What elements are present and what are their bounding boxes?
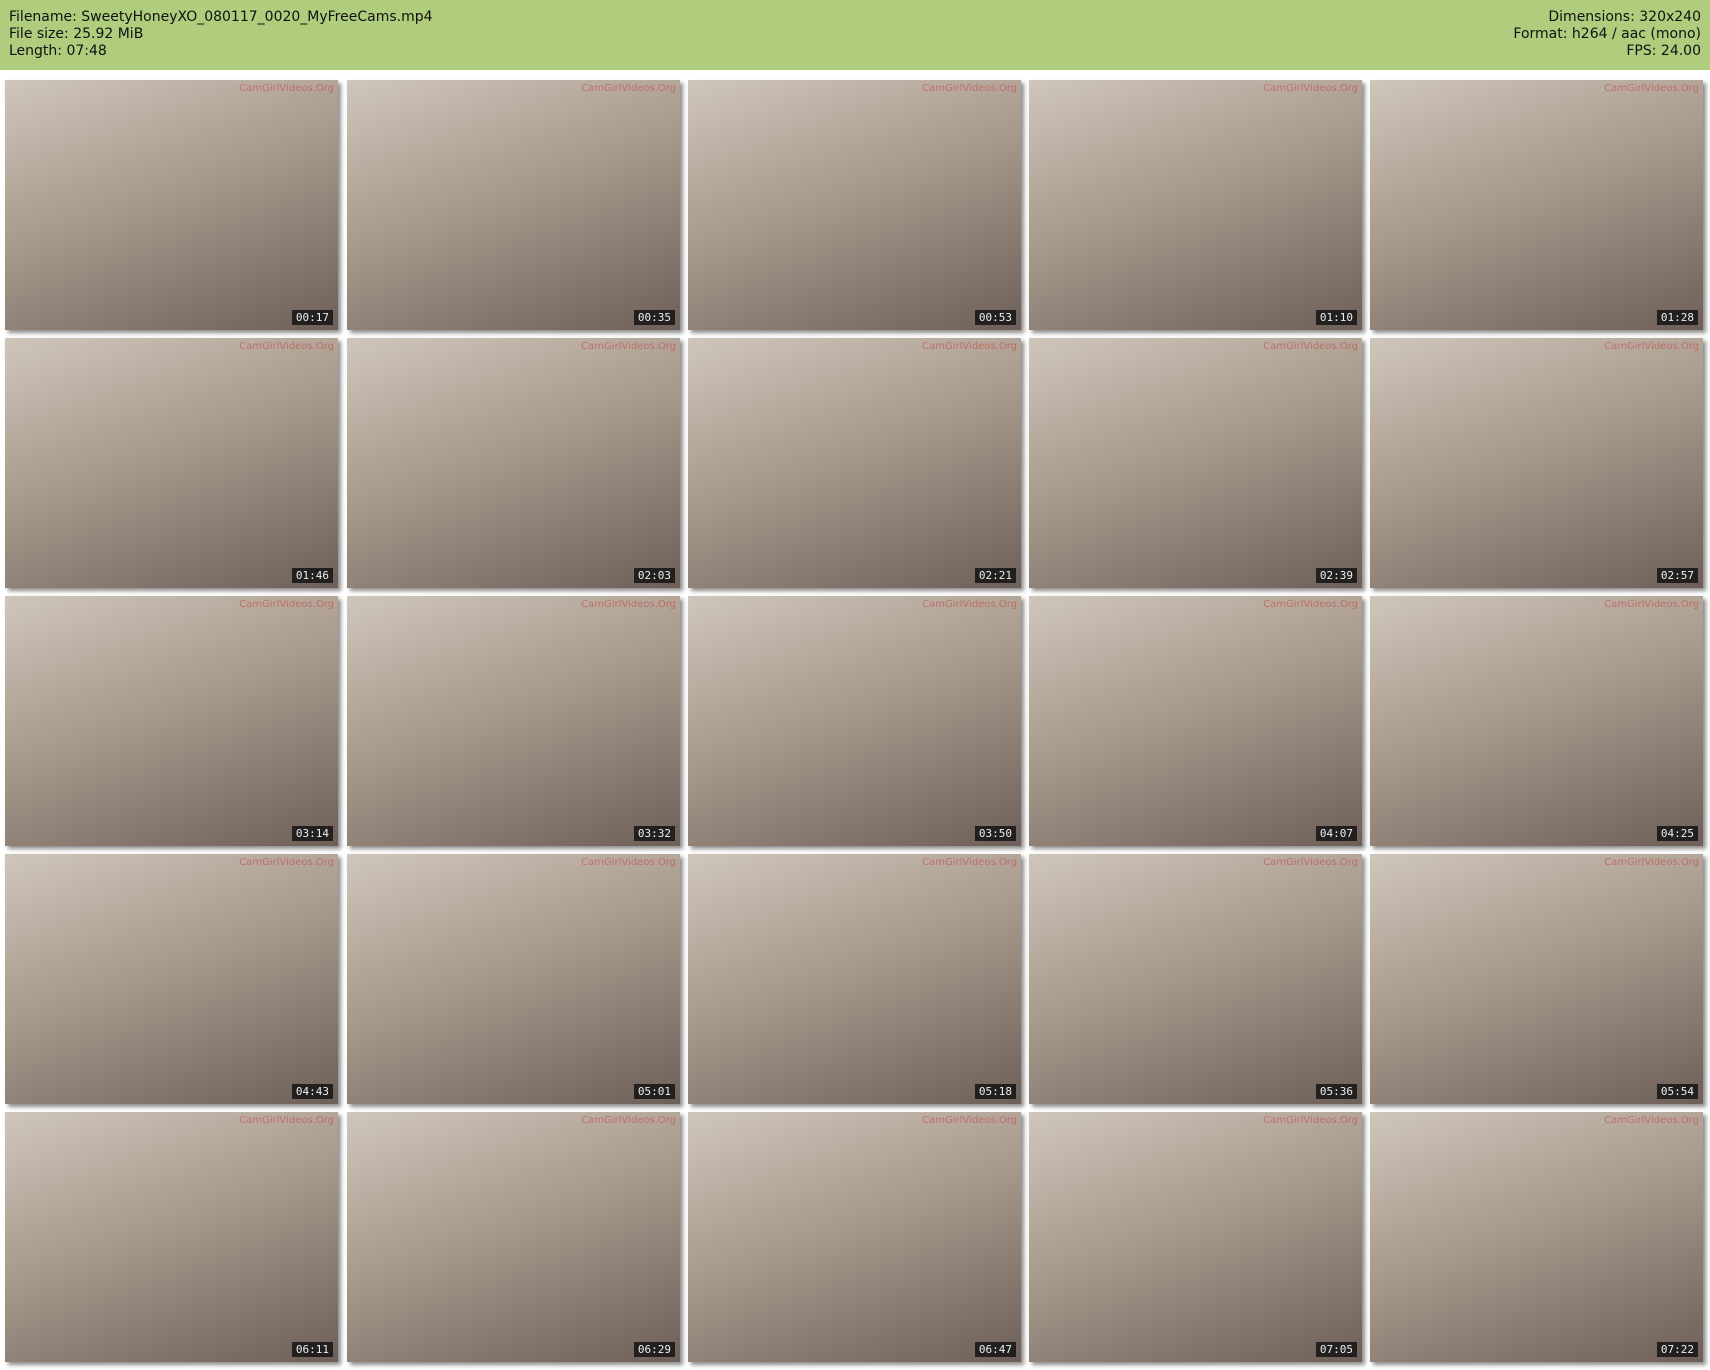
video-thumbnail[interactable]: CamGirlVideos.Org 02:39	[1029, 338, 1362, 588]
thumbnail-timestamp: 00:17	[291, 310, 333, 325]
video-thumbnail[interactable]: CamGirlVideos.Org 05:01	[347, 854, 680, 1104]
watermark: CamGirlVideos.Org	[1604, 83, 1699, 94]
thumbnail-timestamp: 03:32	[633, 826, 675, 841]
watermark: CamGirlVideos.Org	[239, 341, 334, 352]
watermark: CamGirlVideos.Org	[581, 83, 676, 94]
video-thumbnail[interactable]: CamGirlVideos.Org 06:47	[688, 1112, 1021, 1362]
video-thumbnail[interactable]: CamGirlVideos.Org 00:35	[347, 80, 680, 330]
thumbnail-timestamp: 06:29	[633, 1342, 675, 1357]
thumbnail-timestamp: 05:54	[1656, 1084, 1698, 1099]
video-thumbnail[interactable]: CamGirlVideos.Org 07:05	[1029, 1112, 1362, 1362]
thumbnail-timestamp: 03:14	[291, 826, 333, 841]
thumbnail-timestamp: 05:36	[1315, 1084, 1357, 1099]
video-thumbnail[interactable]: CamGirlVideos.Org 04:25	[1370, 596, 1703, 846]
video-thumbnail[interactable]: CamGirlVideos.Org 04:43	[5, 854, 338, 1104]
video-thumbnail[interactable]: CamGirlVideos.Org 07:22	[1370, 1112, 1703, 1362]
file-info-header: Filename: SweetyHoneyXO_080117_0020_MyFr…	[0, 0, 1710, 70]
fps: FPS: 24.00	[1626, 43, 1701, 59]
file-size: File size: 25.92 MiB	[9, 26, 144, 42]
video-thumbnail[interactable]: CamGirlVideos.Org 05:54	[1370, 854, 1703, 1104]
watermark: CamGirlVideos.Org	[922, 341, 1017, 352]
filename: Filename: SweetyHoneyXO_080117_0020_MyFr…	[9, 9, 433, 25]
watermark: CamGirlVideos.Org	[239, 83, 334, 94]
video-thumbnail[interactable]: CamGirlVideos.Org 01:28	[1370, 80, 1703, 330]
thumbnail-timestamp: 03:50	[974, 826, 1016, 841]
watermark: CamGirlVideos.Org	[581, 1115, 676, 1126]
video-thumbnail[interactable]: CamGirlVideos.Org 05:36	[1029, 854, 1362, 1104]
dimensions: Dimensions: 320x240	[1548, 9, 1701, 25]
video-thumbnail[interactable]: CamGirlVideos.Org 05:18	[688, 854, 1021, 1104]
video-thumbnail[interactable]: CamGirlVideos.Org 01:10	[1029, 80, 1362, 330]
thumbnail-timestamp: 02:03	[633, 568, 675, 583]
thumbnail-timestamp: 02:39	[1315, 568, 1357, 583]
thumbnail-timestamp: 05:01	[633, 1084, 675, 1099]
thumbnail-timestamp: 07:05	[1315, 1342, 1357, 1357]
thumbnail-timestamp: 00:35	[633, 310, 675, 325]
video-thumbnail[interactable]: CamGirlVideos.Org 03:32	[347, 596, 680, 846]
watermark: CamGirlVideos.Org	[922, 857, 1017, 868]
watermark: CamGirlVideos.Org	[1604, 857, 1699, 868]
format: Format: h264 / aac (mono)	[1513, 26, 1701, 42]
watermark: CamGirlVideos.Org	[239, 599, 334, 610]
video-thumbnail[interactable]: CamGirlVideos.Org 06:29	[347, 1112, 680, 1362]
file-info-right: Dimensions: 320x240 Format: h264 / aac (…	[1513, 9, 1701, 60]
thumbnail-timestamp: 07:22	[1656, 1342, 1698, 1357]
watermark: CamGirlVideos.Org	[1263, 341, 1358, 352]
file-info-left: Filename: SweetyHoneyXO_080117_0020_MyFr…	[9, 9, 433, 60]
watermark: CamGirlVideos.Org	[1263, 857, 1358, 868]
video-thumbnail[interactable]: CamGirlVideos.Org 06:11	[5, 1112, 338, 1362]
video-thumbnail[interactable]: CamGirlVideos.Org 04:07	[1029, 596, 1362, 846]
video-thumbnail[interactable]: CamGirlVideos.Org 01:46	[5, 338, 338, 588]
video-length: Length: 07:48	[9, 43, 107, 59]
video-thumbnail[interactable]: CamGirlVideos.Org 00:17	[5, 80, 338, 330]
watermark: CamGirlVideos.Org	[1604, 599, 1699, 610]
thumbnail-timestamp: 02:21	[974, 568, 1016, 583]
watermark: CamGirlVideos.Org	[239, 857, 334, 868]
watermark: CamGirlVideos.Org	[581, 341, 676, 352]
video-thumbnail[interactable]: CamGirlVideos.Org 02:57	[1370, 338, 1703, 588]
thumbnail-timestamp: 04:25	[1656, 826, 1698, 841]
watermark: CamGirlVideos.Org	[1263, 83, 1358, 94]
video-thumbnail[interactable]: CamGirlVideos.Org 02:21	[688, 338, 1021, 588]
video-thumbnail[interactable]: CamGirlVideos.Org 03:50	[688, 596, 1021, 846]
watermark: CamGirlVideos.Org	[581, 599, 676, 610]
thumbnail-timestamp: 06:47	[974, 1342, 1016, 1357]
thumbnail-timestamp: 04:43	[291, 1084, 333, 1099]
watermark: CamGirlVideos.Org	[1604, 1115, 1699, 1126]
thumbnail-timestamp: 01:10	[1315, 310, 1357, 325]
video-thumbnail[interactable]: CamGirlVideos.Org 02:03	[347, 338, 680, 588]
thumbnail-timestamp: 05:18	[974, 1084, 1016, 1099]
watermark: CamGirlVideos.Org	[922, 1115, 1017, 1126]
video-thumbnail[interactable]: CamGirlVideos.Org 00:53	[688, 80, 1021, 330]
watermark: CamGirlVideos.Org	[1263, 599, 1358, 610]
thumbnail-timestamp: 02:57	[1656, 568, 1698, 583]
thumbnail-timestamp: 01:46	[291, 568, 333, 583]
thumbnail-timestamp: 01:28	[1656, 310, 1698, 325]
thumbnail-timestamp: 00:53	[974, 310, 1016, 325]
watermark: CamGirlVideos.Org	[581, 857, 676, 868]
thumbnail-timestamp: 06:11	[291, 1342, 333, 1357]
watermark: CamGirlVideos.Org	[1263, 1115, 1358, 1126]
watermark: CamGirlVideos.Org	[922, 83, 1017, 94]
watermark: CamGirlVideos.Org	[1604, 341, 1699, 352]
video-thumbnail[interactable]: CamGirlVideos.Org 03:14	[5, 596, 338, 846]
watermark: CamGirlVideos.Org	[922, 599, 1017, 610]
thumbnail-timestamp: 04:07	[1315, 826, 1357, 841]
watermark: CamGirlVideos.Org	[239, 1115, 334, 1126]
